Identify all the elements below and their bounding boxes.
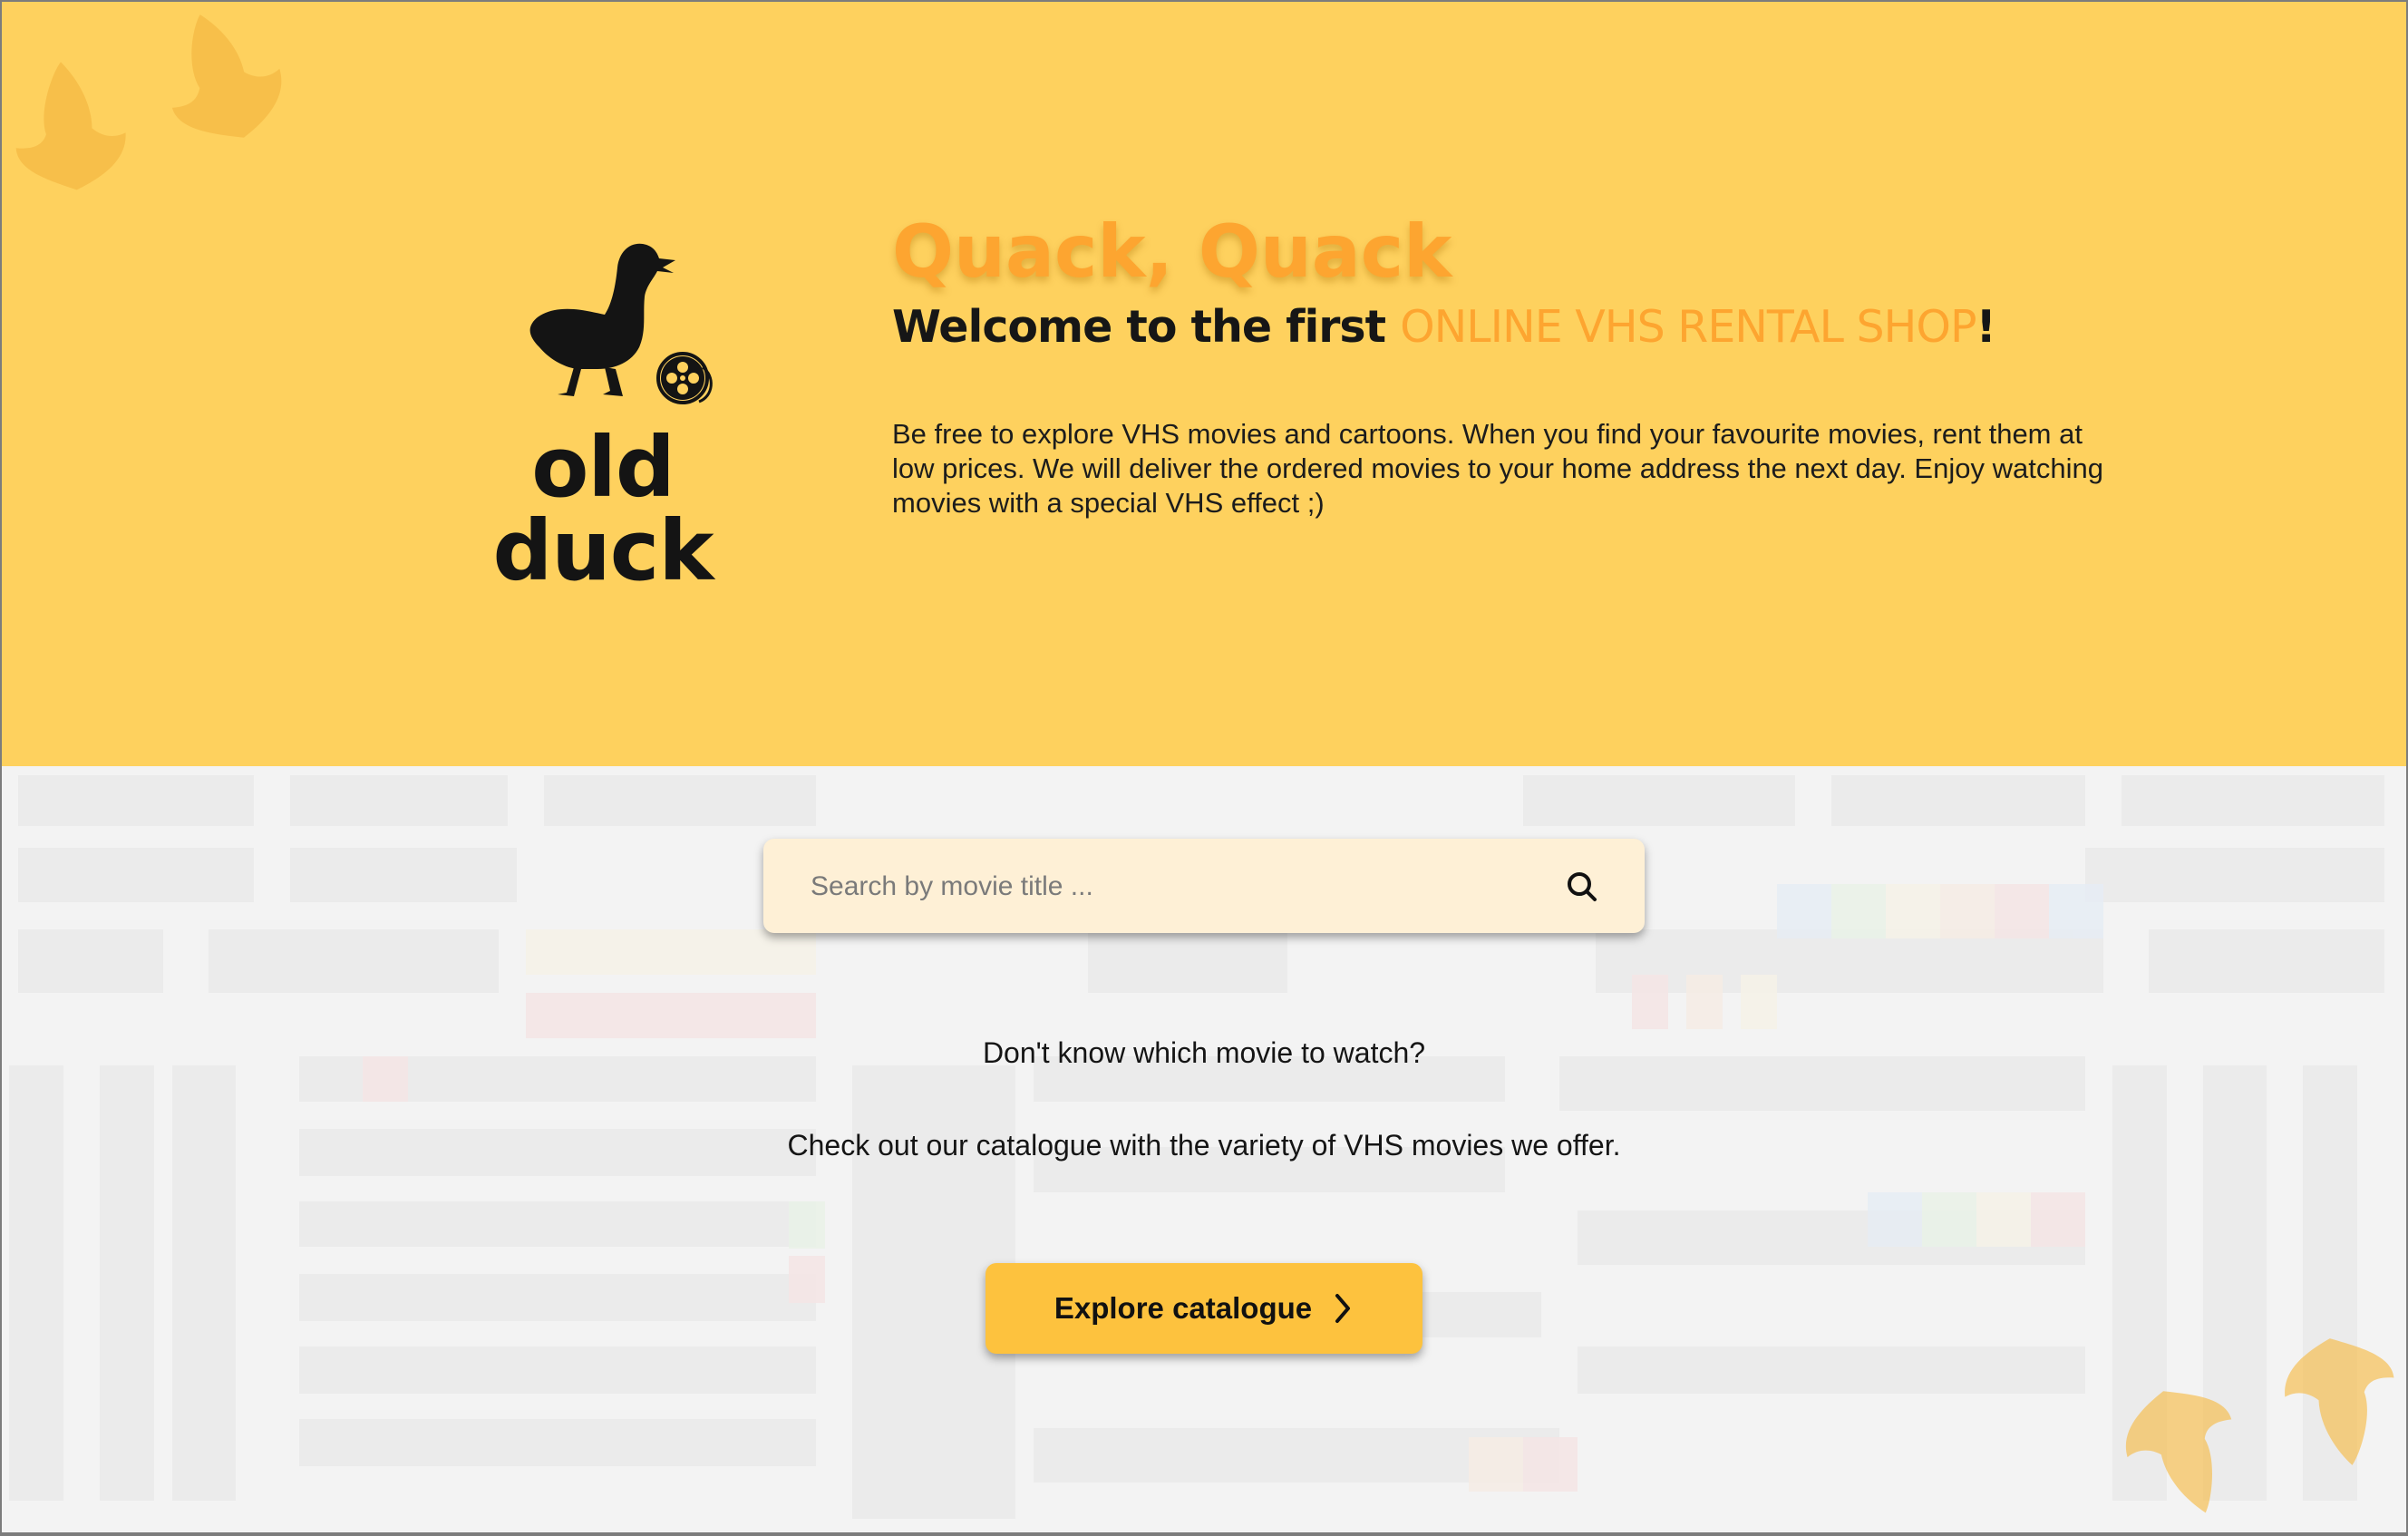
search-section: Don't know which movie to watch? Check o…	[0, 766, 2408, 1536]
prompt-question: Don't know which movie to watch?	[982, 1036, 1426, 1069]
welcome-heading: Welcome to the first ONLINE VHS RENTAL S…	[892, 305, 1996, 349]
search-icon[interactable]	[1563, 868, 1601, 906]
welcome-suffix: !	[1976, 301, 1996, 353]
headline: Quack, Quack	[892, 209, 1452, 294]
duck-footprint-icon	[15, 62, 126, 190]
duck-logo-icon	[529, 243, 713, 404]
logo-wordmark: old duck	[492, 419, 714, 599]
film-reel-icon	[656, 352, 713, 404]
explore-catalogue-button[interactable]: Explore catalogue	[986, 1263, 1422, 1354]
hero-section: old duck Quack, Quack Welcome to the fir…	[0, 0, 2408, 766]
prompt-suggestion: Check out our catalogue with the variety…	[787, 1129, 1621, 1162]
old-duck-logo[interactable]: old duck	[413, 240, 793, 593]
explore-catalogue-label: Explore catalogue	[1054, 1291, 1313, 1325]
search-input[interactable]	[809, 859, 1520, 915]
duck-footprint-icon	[2285, 1338, 2394, 1465]
welcome-highlight: ONLINE VHS RENTAL SHOP	[1400, 301, 1976, 353]
duck-footprint-icon	[2126, 1391, 2232, 1513]
chevron-right-icon	[1335, 1294, 1351, 1323]
search-bar	[763, 839, 1645, 933]
intro-text: Be free to explore VHS movies and cartoo…	[892, 418, 2103, 519]
welcome-prefix: Welcome to the first	[892, 301, 1401, 353]
duck-footprint-icon	[171, 15, 282, 138]
